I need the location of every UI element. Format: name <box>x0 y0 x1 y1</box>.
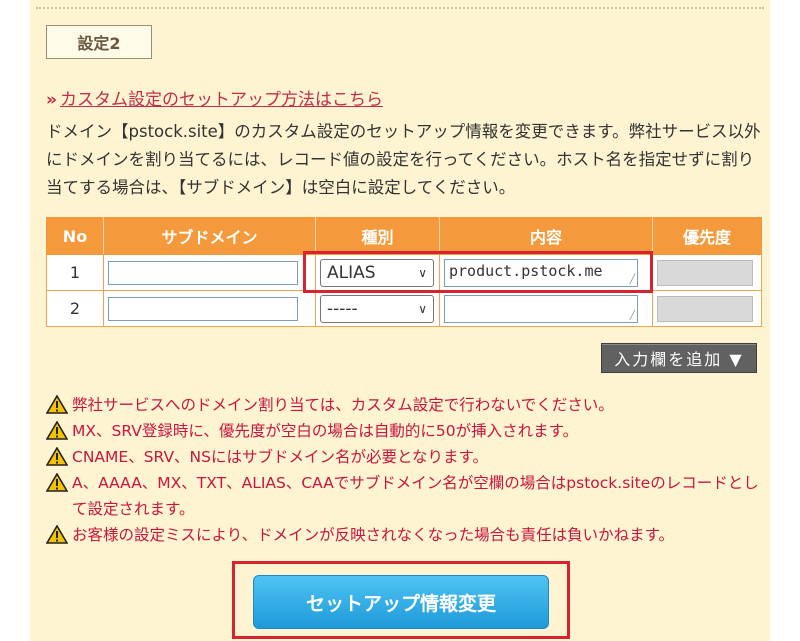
header-subdomain: サブドメイン <box>103 217 316 255</box>
warning-icon <box>46 395 68 414</box>
warning-note-text: お客様の設定ミスにより、ドメインが反映されなくなった場合も責任は負いかねます。 <box>72 526 675 544</box>
warning-notes: 弊社サービスへのドメイン割り当ては、カスタム設定で行わないでください。 MX、S… <box>46 392 770 548</box>
highlight-box-submit <box>232 561 570 639</box>
row-number: 1 <box>46 254 104 291</box>
warning-note: 弊社サービスへのドメイン割り当ては、カスタム設定で行わないでください。 <box>46 392 770 418</box>
warning-note-text: 弊社サービスへのドメイン割り当ては、カスタム設定で行わないでください。 <box>72 396 614 414</box>
priority-input <box>657 295 753 322</box>
settings-panel: 設定2 » カスタム設定のセットアップ方法はこちら ドメイン【pstock.sit… <box>30 0 770 641</box>
warning-icon <box>46 447 68 466</box>
resize-grip-icon[interactable]: ╱ <box>630 311 635 321</box>
warning-note-text: A、AAAA、MX、TXT、ALIAS、CAAでサブドメイン名が空欄の場合はps… <box>72 474 759 518</box>
setup-guide-link[interactable]: » カスタム設定のセットアップ方法はこちら <box>46 85 383 110</box>
subdomain-input[interactable] <box>108 296 298 321</box>
dotted-divider <box>36 7 764 9</box>
highlight-box-row1 <box>303 251 653 293</box>
subdomain-input[interactable] <box>108 260 298 285</box>
description-text: ドメイン【pstock.site】のカスタム設定のセットアップ情報を変更できます… <box>46 122 761 197</box>
chevron-down-icon: ∨ <box>418 301 427 316</box>
table-row: 2 ----- ∨ ╱ <box>46 290 762 327</box>
section-label: 設定2 <box>46 25 152 59</box>
priority-input <box>657 259 753 286</box>
header-content: 内容 <box>439 217 653 255</box>
warning-icon <box>46 473 68 492</box>
row-number: 2 <box>46 290 104 327</box>
double-chevron-icon: » <box>46 90 57 110</box>
header-type: 種別 <box>315 217 440 255</box>
warning-note: MX、SRV登録時に、優先度が空白の場合は自動的に50が挿入されます。 <box>46 418 770 444</box>
warning-note: お客様の設定ミスにより、ドメインが反映されなくなった場合も責任は負いかねます。 <box>46 522 770 548</box>
record-type-value: ----- <box>327 298 358 319</box>
add-input-row-button[interactable]: 入力欄を追加 ▼ <box>601 343 757 373</box>
warning-note-text: MX、SRV登録時に、優先度が空白の場合は自動的に50が挿入されます。 <box>72 422 579 440</box>
setup-guide-link-text: カスタム設定のセットアップ方法はこちら <box>59 90 383 110</box>
warning-icon <box>46 421 68 440</box>
warning-note-text: CNAME、SRV、NSにはサブドメイン名が必要となります。 <box>72 448 488 466</box>
warning-note: CNAME、SRV、NSにはサブドメイン名が必要となります。 <box>46 444 770 470</box>
warning-icon <box>46 525 68 544</box>
content-textarea[interactable]: ╱ <box>444 294 638 323</box>
warning-note: A、AAAA、MX、TXT、ALIAS、CAAでサブドメイン名が空欄の場合はps… <box>46 470 770 522</box>
header-no: No <box>46 217 104 255</box>
header-priority: 優先度 <box>652 217 762 255</box>
record-type-select[interactable]: ----- ∨ <box>320 294 434 323</box>
